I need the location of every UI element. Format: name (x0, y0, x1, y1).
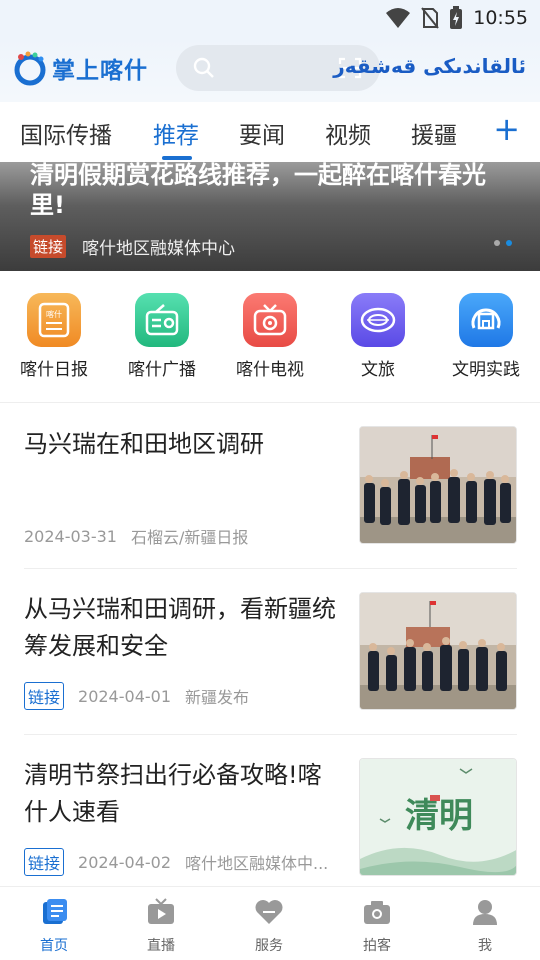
service-heart-icon (255, 900, 283, 924)
app-logo[interactable]: 掌上喀什 (12, 50, 148, 86)
news-meta: 2024-03-31 石榴云/新疆日报 (24, 524, 248, 548)
nav-live[interactable]: 直播 (121, 897, 201, 955)
quick-link-label: 喀什日报 (20, 360, 88, 380)
kashgar-logo-icon (14, 51, 46, 86)
quick-link-culture-travel[interactable]: 文旅 (333, 293, 423, 380)
quick-link-label: 文旅 (361, 360, 395, 380)
wifi-icon (386, 8, 411, 28)
app-header: 掌上喀什 ئالقاندىكى قەشقەر (0, 36, 540, 102)
tab-headlines[interactable]: 要闻 (239, 116, 285, 150)
news-item[interactable]: 从马兴瑞和田调研，看新疆统筹发展和安全 链接 2024-04-01 新疆发布 (24, 569, 517, 735)
svg-text:喀什: 喀什 (46, 309, 62, 319)
news-source: 新疆发布 (185, 688, 250, 707)
quick-link-kashgar-daily[interactable]: 喀什 喀什日报 (9, 293, 99, 380)
nav-photographer[interactable]: 拍客 (337, 897, 417, 955)
news-thumbnail (359, 592, 517, 710)
no-sim-icon (421, 7, 440, 29)
nav-me[interactable]: 我 (445, 897, 525, 955)
carousel-dot (494, 240, 500, 246)
uyghur-app-title: ئالقاندىكى قەشقەر (333, 54, 526, 78)
live-icon (148, 898, 174, 924)
news-title: 从马兴瑞和田调研，看新疆统筹发展和安全 (24, 595, 336, 660)
status-bar: 10:55 (0, 0, 540, 36)
profile-icon (473, 900, 497, 925)
kashgar-daily-icon: 喀什 (27, 293, 81, 347)
banner-source: 喀什地区融媒体中心 (82, 239, 235, 259)
status-icons: 10:55 (385, 6, 528, 30)
news-item[interactable]: 马兴瑞在和田地区调研 2024-03-31 石榴云/新疆日报 (24, 424, 517, 569)
news-source: 石榴云/新疆日报 (130, 528, 249, 547)
news-thumbnail: 清明 (359, 758, 517, 876)
news-meta: 链接 2024-04-02 喀什地区融媒体中... (24, 848, 328, 876)
channel-tabs: 国际传播 推荐 要闻 视频 援疆 + (0, 102, 540, 162)
quick-link-label: 文明实践 (452, 360, 520, 380)
quick-link-civilization-practice[interactable]: 文明实践 (441, 293, 531, 380)
culture-travel-icon (351, 293, 405, 347)
camera-icon (364, 901, 390, 924)
civilization-practice-icon (459, 293, 513, 347)
officials-photo-image (360, 593, 516, 709)
quick-link-label: 喀什电视 (236, 360, 304, 380)
battery-charging-icon (450, 6, 463, 29)
tv-icon (243, 293, 297, 347)
banner-tag: 链接 (30, 235, 67, 258)
quick-link-label: 喀什广播 (128, 360, 196, 380)
nav-live-label: 直播 (147, 938, 175, 954)
news-source: 喀什地区融媒体中... (185, 854, 329, 873)
officials-photo-image (360, 427, 516, 543)
news-title: 清明节祭扫出行必备攻略!喀什人速看 (24, 761, 322, 826)
quick-link-kashgar-radio[interactable]: 喀什广播 (117, 293, 207, 380)
tab-recommend[interactable]: 推荐 (153, 116, 199, 150)
status-time: 10:55 (473, 7, 528, 29)
news-date: 2024-03-31 (24, 526, 117, 546)
banner-carousel[interactable]: 清明假期赏花路线推荐，一起醉在喀什春光里! 链接 喀什地区融媒体中心 (0, 162, 540, 271)
tab-video[interactable]: 视频 (325, 116, 371, 150)
banner-title: 清明假期赏花路线推荐，一起醉在喀什春光里! (30, 162, 486, 219)
nav-service[interactable]: 服务 (229, 897, 309, 955)
tab-international[interactable]: 国际传播 (20, 116, 112, 150)
news-date: 2024-04-02 (78, 852, 171, 872)
nav-photographer-label: 拍客 (363, 938, 391, 954)
carousel-indicator (494, 240, 512, 246)
qingming-illustration-image: 清明 (360, 759, 516, 875)
news-title: 马兴瑞在和田地区调研 (24, 430, 264, 458)
home-icon (43, 899, 67, 924)
news-date: 2024-04-01 (78, 686, 171, 706)
quick-link-kashgar-tv[interactable]: 喀什电视 (225, 293, 315, 380)
active-tab-indicator (162, 156, 192, 160)
quick-links: 喀什 喀什日报 喀什广播 喀什电视 文旅 文明实践 (0, 271, 540, 403)
qingming-text: 清明 (405, 796, 473, 836)
news-thumbnail (359, 426, 517, 544)
carousel-dot-active (506, 240, 512, 246)
news-link-tag: 链接 (24, 848, 65, 876)
news-item[interactable]: 清明节祭扫出行必备攻略!喀什人速看 链接 2024-04-02 喀什地区融媒体中… (24, 735, 517, 886)
bottom-navigation: 首页 直播 服务 拍客 我 (0, 886, 540, 960)
nav-home[interactable]: 首页 (14, 897, 94, 955)
nav-home-label: 首页 (40, 938, 68, 954)
nav-me-label: 我 (478, 938, 492, 954)
news-link-tag: 链接 (24, 682, 65, 710)
add-channel-button[interactable]: + (493, 110, 520, 148)
tab-aid-xinjiang[interactable]: 援疆 (411, 116, 457, 150)
nav-service-label: 服务 (255, 938, 283, 954)
search-icon (193, 57, 214, 78)
radio-icon (135, 293, 189, 347)
news-meta: 链接 2024-04-01 新疆发布 (24, 682, 249, 710)
app-name: 掌上喀什 (52, 58, 148, 84)
